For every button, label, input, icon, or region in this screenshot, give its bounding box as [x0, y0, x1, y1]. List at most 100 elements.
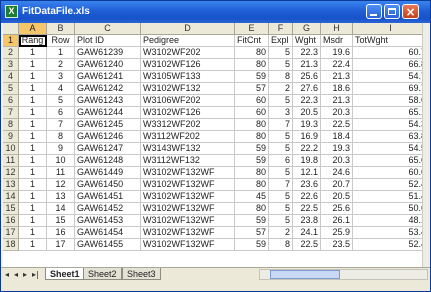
cell-b8[interactable]: 7	[47, 119, 75, 131]
cell-b16[interactable]: 15	[47, 215, 75, 227]
cell-i4[interactable]: 54.7	[353, 71, 429, 83]
cell-b2[interactable]: 1	[47, 47, 75, 59]
horizontal-scrollbar[interactable]	[259, 269, 428, 280]
cell-b14[interactable]: 13	[47, 191, 75, 203]
cell-g10[interactable]: 22.2	[293, 143, 321, 155]
cell-i8[interactable]: 54.3	[353, 119, 429, 131]
cell-d9[interactable]: W3112WF202	[141, 131, 235, 143]
cell-h5[interactable]: 18.6	[321, 83, 353, 95]
cell-i18[interactable]: 52.4	[353, 239, 429, 251]
cell-g18[interactable]: 22.5	[293, 239, 321, 251]
cell-h11[interactable]: 20.3	[321, 155, 353, 167]
cell-e2[interactable]: 80	[235, 47, 269, 59]
cell-h14[interactable]: 20.5	[321, 191, 353, 203]
cell-e6[interactable]: 60	[235, 95, 269, 107]
cell-h16[interactable]: 26.1	[321, 215, 353, 227]
cell-g6[interactable]: 22.3	[293, 95, 321, 107]
row-header[interactable]: 16	[3, 215, 19, 227]
cell-i13[interactable]: 52.4	[353, 179, 429, 191]
row-header[interactable]: 14	[3, 191, 19, 203]
column-header-f[interactable]: F	[269, 23, 293, 35]
excel-icon[interactable]: X	[5, 5, 18, 18]
cell-e13[interactable]: 80	[235, 179, 269, 191]
cell-h7[interactable]: 20.3	[321, 107, 353, 119]
cell-d11[interactable]: W3112WF132	[141, 155, 235, 167]
cell-d17[interactable]: W3102WF132WF	[141, 227, 235, 239]
row-header[interactable]: 3	[3, 59, 19, 71]
cell-a7[interactable]: 1	[19, 107, 47, 119]
cell-g11[interactable]: 19.8	[293, 155, 321, 167]
cell-g9[interactable]: 16.9	[293, 131, 321, 143]
spreadsheet-grid[interactable]: A B C D E F G H I 1 Rang Row Plot ID Pedigree FitCnt Ex…	[3, 23, 430, 267]
row-header[interactable]: 8	[3, 119, 19, 131]
cell-d14[interactable]: W3102WF132WF	[141, 191, 235, 203]
tab-last-button[interactable]: ▸|	[32, 269, 39, 280]
row-header[interactable]: 4	[3, 71, 19, 83]
cell-d2[interactable]: W3102WF202	[141, 47, 235, 59]
cell-b4[interactable]: 3	[47, 71, 75, 83]
cell-a1[interactable]: Rang	[19, 35, 47, 47]
tab-next-button[interactable]: ▸	[23, 269, 27, 280]
cell-c8[interactable]: GAW61245	[75, 119, 141, 131]
cell-h4[interactable]: 21.3	[321, 71, 353, 83]
cell-f17[interactable]: 2	[269, 227, 293, 239]
column-header-b[interactable]: B	[47, 23, 75, 35]
cell-e10[interactable]: 59	[235, 143, 269, 155]
cell-f10[interactable]: 5	[269, 143, 293, 155]
cell-i10[interactable]: 54.5	[353, 143, 429, 155]
cell-a15[interactable]: 1	[19, 203, 47, 215]
select-all-corner[interactable]	[3, 23, 19, 35]
cell-e11[interactable]: 59	[235, 155, 269, 167]
cell-f7[interactable]: 3	[269, 107, 293, 119]
cell-g13[interactable]: 23.6	[293, 179, 321, 191]
cell-g3[interactable]: 21.3	[293, 59, 321, 71]
cell-b1[interactable]: Row	[47, 35, 75, 47]
cell-i11[interactable]: 65.6	[353, 155, 429, 167]
cell-d4[interactable]: W3105WF133	[141, 71, 235, 83]
cell-g5[interactable]: 27.6	[293, 83, 321, 95]
cell-a4[interactable]: 1	[19, 71, 47, 83]
cell-f5[interactable]: 2	[269, 83, 293, 95]
cell-e1[interactable]: FitCnt	[235, 35, 269, 47]
cell-i14[interactable]: 51.4	[353, 191, 429, 203]
cell-i12[interactable]: 60.6	[353, 167, 429, 179]
cell-c6[interactable]: GAW61243	[75, 95, 141, 107]
cell-i9[interactable]: 63.8	[353, 131, 429, 143]
cell-a5[interactable]: 1	[19, 83, 47, 95]
row-header[interactable]: 13	[3, 179, 19, 191]
cell-a10[interactable]: 1	[19, 143, 47, 155]
cell-a14[interactable]: 1	[19, 191, 47, 203]
sheet-tab-sheet1[interactable]: Sheet1	[45, 268, 85, 280]
cell-f14[interactable]: 5	[269, 191, 293, 203]
cell-a16[interactable]: 1	[19, 215, 47, 227]
cell-d16[interactable]: W3102WF132WF	[141, 215, 235, 227]
cell-d15[interactable]: W3102WF132WF	[141, 203, 235, 215]
cell-e5[interactable]: 57	[235, 83, 269, 95]
cell-a6[interactable]: 1	[19, 95, 47, 107]
cell-f1[interactable]: Expl	[269, 35, 293, 47]
cell-d1[interactable]: Pedigree	[141, 35, 235, 47]
column-header-i[interactable]: I	[353, 23, 429, 35]
cell-g17[interactable]: 24.1	[293, 227, 321, 239]
cell-e4[interactable]: 59	[235, 71, 269, 83]
cell-d3[interactable]: W3102WF126	[141, 59, 235, 71]
cell-h1[interactable]: Msdr	[321, 35, 353, 47]
cell-a18[interactable]: 1	[19, 239, 47, 251]
cell-e16[interactable]: 59	[235, 215, 269, 227]
tab-prev-button[interactable]: ◂	[14, 269, 18, 280]
column-header-e[interactable]: E	[235, 23, 269, 35]
cell-g1[interactable]: Wght	[293, 35, 321, 47]
column-header-a[interactable]: A	[19, 23, 47, 35]
sheet-tab-sheet3[interactable]: Sheet3	[122, 268, 161, 280]
cell-i6[interactable]: 58.6	[353, 95, 429, 107]
cell-c10[interactable]: GAW61247	[75, 143, 141, 155]
cell-c11[interactable]: GAW61248	[75, 155, 141, 167]
maximize-button[interactable]	[384, 4, 400, 19]
row-header[interactable]: 6	[3, 95, 19, 107]
cell-e14[interactable]: 45	[235, 191, 269, 203]
cell-e9[interactable]: 80	[235, 131, 269, 143]
cell-b9[interactable]: 8	[47, 131, 75, 143]
cell-b15[interactable]: 14	[47, 203, 75, 215]
cell-h12[interactable]: 24.6	[321, 167, 353, 179]
column-header-h[interactable]: H	[321, 23, 353, 35]
